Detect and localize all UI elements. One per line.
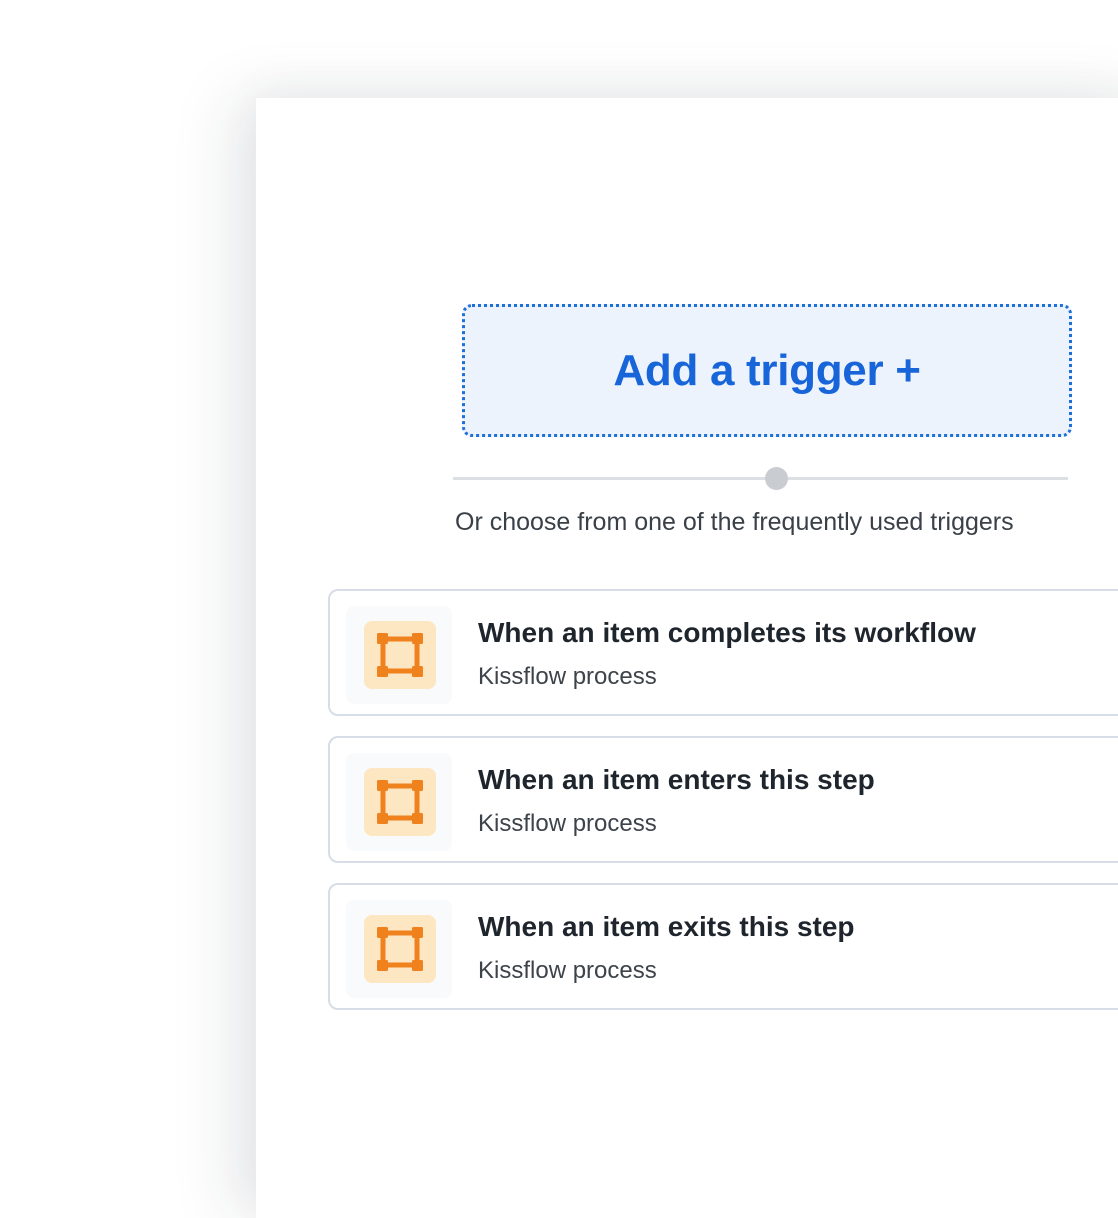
trigger-option-exits-step[interactable]: When an item exits this step Kissflow pr… — [328, 883, 1118, 1010]
trigger-title: When an item enters this step — [478, 764, 875, 795]
trigger-source: Kissflow process — [478, 810, 657, 837]
trigger-title: When an item completes its workflow — [478, 617, 976, 648]
process-icon — [364, 915, 436, 983]
process-icon — [364, 621, 436, 689]
divider-line — [453, 477, 1068, 480]
trigger-title: When an item exits this step — [478, 911, 855, 942]
add-trigger-button[interactable]: Add a trigger + — [462, 304, 1072, 437]
icon-tile — [346, 606, 452, 704]
trigger-option-completes-workflow[interactable]: When an item completes its workflow Kiss… — [328, 589, 1118, 716]
frequent-triggers-hint: Or choose from one of the frequently use… — [455, 508, 1014, 536]
divider-dot — [765, 467, 788, 490]
icon-tile — [346, 900, 452, 998]
trigger-option-enters-step[interactable]: When an item enters this step Kissflow p… — [328, 736, 1118, 863]
add-trigger-label: Add a trigger + — [613, 345, 921, 395]
trigger-source: Kissflow process — [478, 957, 657, 984]
trigger-source: Kissflow process — [478, 663, 657, 690]
process-icon — [364, 768, 436, 836]
icon-tile — [346, 753, 452, 851]
